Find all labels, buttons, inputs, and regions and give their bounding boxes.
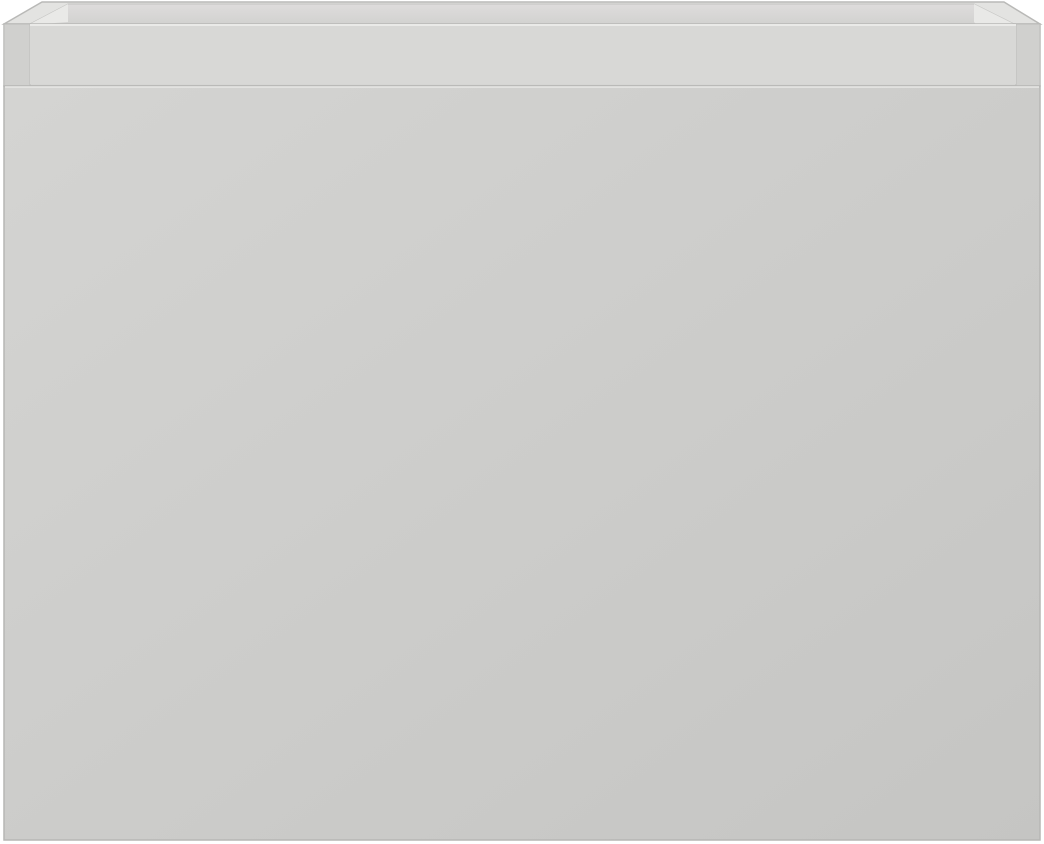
inner-back-wall: [29, 3, 1015, 25]
cabinet-illustration: [1, 1, 1043, 841]
upper-left-panel: [3, 23, 31, 87]
product-image: [0, 0, 1044, 844]
drawer-front: [3, 85, 1041, 841]
upper-recess: [30, 24, 1016, 84]
upper-right-panel: [1015, 23, 1041, 87]
